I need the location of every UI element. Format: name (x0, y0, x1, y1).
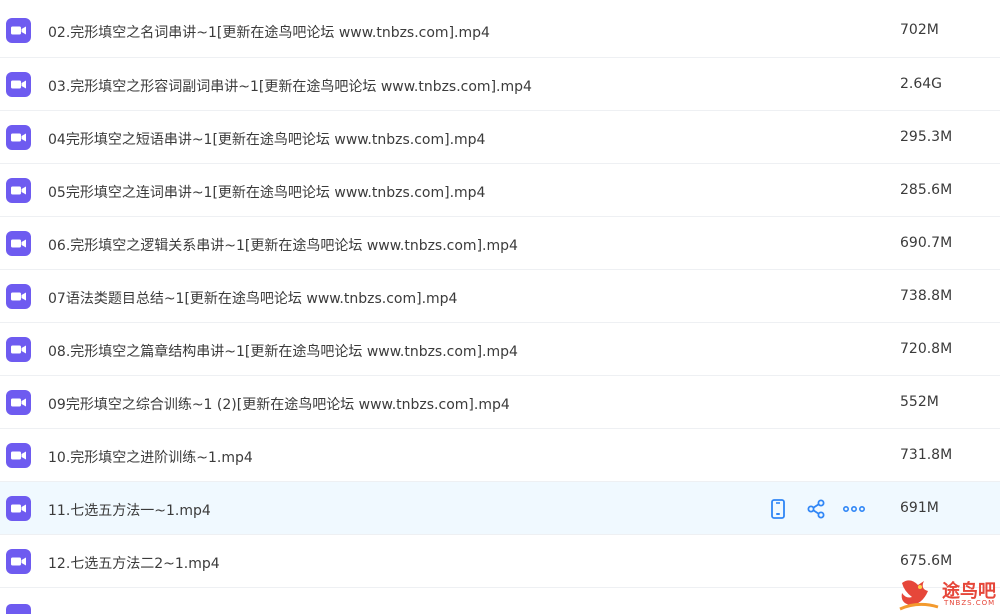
bird-logo-icon (899, 580, 939, 611)
video-file-icon (6, 231, 31, 256)
file-row[interactable]: 07语法类题目总结~1[更新在途鸟吧论坛 www.tnbzs.com].mp4 7… (0, 270, 1000, 323)
file-size: 552M (900, 394, 939, 410)
share-icon[interactable] (804, 497, 828, 521)
file-size: 691M (900, 500, 939, 516)
file-name[interactable]: 02.完形填空之名词串讲~1[更新在途鸟吧论坛 www.tnbzs.com].m… (48, 22, 490, 42)
phone-icon[interactable] (766, 497, 790, 521)
file-row[interactable]: 04完形填空之短语串讲~1[更新在途鸟吧论坛 www.tnbzs.com].mp… (0, 111, 1000, 164)
file-size: 2.64G (900, 76, 943, 92)
file-size: 738.8M (900, 288, 953, 304)
video-file-icon (6, 125, 31, 150)
file-row[interactable]: 08.完形填空之篇章结构串讲~1[更新在途鸟吧论坛 www.tnbzs.com]… (0, 323, 1000, 376)
video-file-icon (6, 604, 31, 614)
file-size: 285.6M (900, 182, 953, 198)
file-name[interactable]: 10.完形填空之进阶训练~1.mp4 (48, 447, 253, 467)
file-name[interactable]: 03.完形填空之形容词副词串讲~1[更新在途鸟吧论坛 www.tnbzs.com… (48, 76, 532, 96)
file-row[interactable]: 03.完形填空之形容词副词串讲~1[更新在途鸟吧论坛 www.tnbzs.com… (0, 58, 1000, 111)
row-actions (766, 482, 880, 535)
video-file-icon (6, 337, 31, 362)
video-file-icon (6, 390, 31, 415)
video-file-icon (6, 549, 31, 574)
file-size: 690.7M (900, 235, 953, 251)
file-size: 675.6M (900, 553, 953, 569)
file-name[interactable]: 04完形填空之短语串讲~1[更新在途鸟吧论坛 www.tnbzs.com].mp… (48, 129, 485, 149)
file-name[interactable]: 06.完形填空之逻辑关系串讲~1[更新在途鸟吧论坛 www.tnbzs.com]… (48, 235, 518, 255)
watermark-logo: 途鸟吧 TNBZS.COM (898, 575, 998, 611)
file-row[interactable]: 11.七选五方法一~1.mp4 691M (0, 482, 1000, 535)
file-size: 731.8M (900, 447, 953, 463)
file-name[interactable]: 09完形填空之综合训练~1 (2)[更新在途鸟吧论坛 www.tnbzs.com… (48, 394, 510, 414)
file-row[interactable]: 02.完形填空之名词串讲~1[更新在途鸟吧论坛 www.tnbzs.com].m… (0, 0, 1000, 58)
video-file-icon (6, 178, 31, 203)
video-file-icon (6, 443, 31, 468)
file-name[interactable]: 11.七选五方法一~1.mp4 (48, 500, 211, 520)
file-size: 720.8M (900, 341, 953, 357)
video-file-icon (6, 18, 31, 43)
file-size: 702M (900, 22, 939, 38)
file-row[interactable]: 09完形填空之综合训练~1 (2)[更新在途鸟吧论坛 www.tnbzs.com… (0, 376, 1000, 429)
next-row-partial (0, 600, 1000, 614)
file-name[interactable]: 08.完形填空之篇章结构串讲~1[更新在途鸟吧论坛 www.tnbzs.com]… (48, 341, 518, 361)
video-file-icon (6, 72, 31, 97)
file-row[interactable]: 10.完形填空之进阶训练~1.mp4 731.8M (0, 429, 1000, 482)
file-name[interactable]: 07语法类题目总结~1[更新在途鸟吧论坛 www.tnbzs.com].mp4 (48, 288, 457, 308)
more-icon[interactable] (842, 497, 866, 521)
file-row[interactable]: 05完形填空之连词串讲~1[更新在途鸟吧论坛 www.tnbzs.com].mp… (0, 164, 1000, 217)
file-list: 02.完形填空之名词串讲~1[更新在途鸟吧论坛 www.tnbzs.com].m… (0, 0, 1000, 588)
file-name[interactable]: 12.七选五方法二2~1.mp4 (48, 553, 220, 573)
watermark-subtext: TNBZS.COM (944, 599, 996, 607)
file-size: 295.3M (900, 129, 953, 145)
video-file-icon (6, 496, 31, 521)
video-file-icon (6, 284, 31, 309)
file-row[interactable]: 12.七选五方法二2~1.mp4 675.6M (0, 535, 1000, 588)
file-name[interactable]: 05完形填空之连词串讲~1[更新在途鸟吧论坛 www.tnbzs.com].mp… (48, 182, 485, 202)
file-row[interactable]: 06.完形填空之逻辑关系串讲~1[更新在途鸟吧论坛 www.tnbzs.com]… (0, 217, 1000, 270)
